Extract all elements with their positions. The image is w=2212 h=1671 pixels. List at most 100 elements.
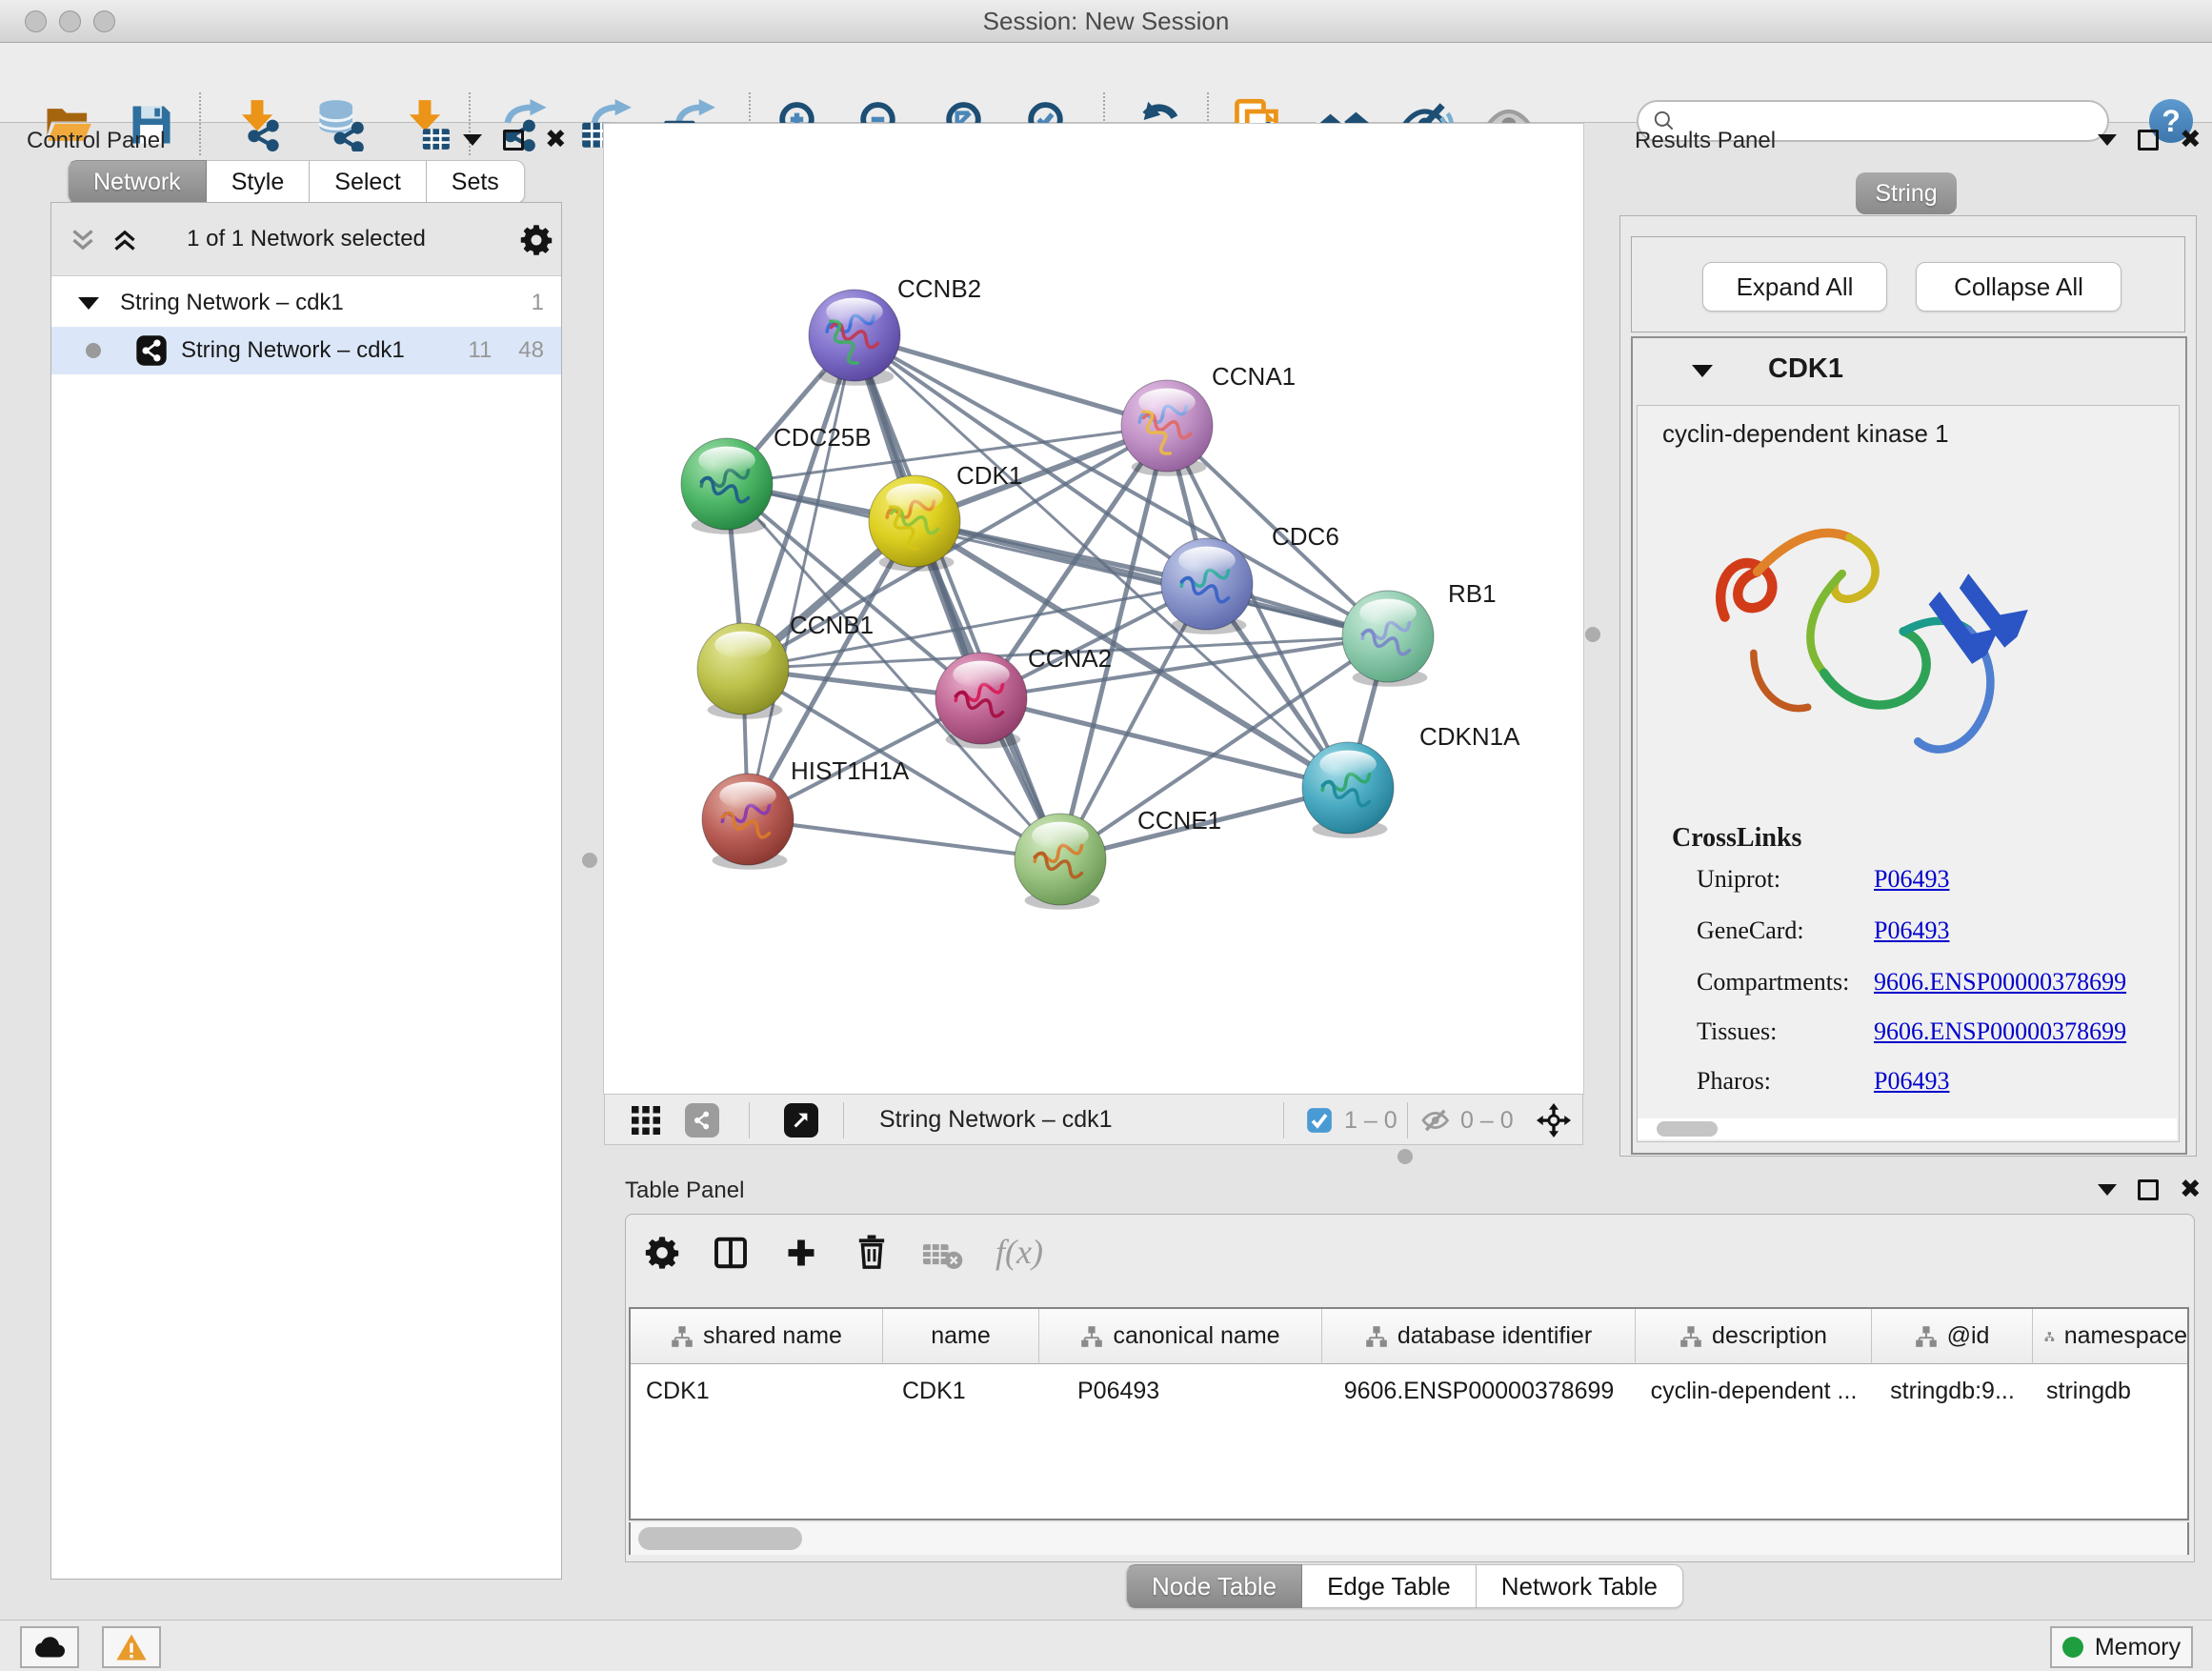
scrollbar-thumb[interactable] xyxy=(638,1527,802,1550)
table-cell[interactable]: stringdb:9... xyxy=(1872,1364,2033,1418)
crosslink-label: Pharos: xyxy=(1697,1067,1771,1096)
crosslink-tissues-link[interactable]: 9606.ENSP00000378699 xyxy=(1874,1017,2126,1046)
maximize-panel-icon[interactable] xyxy=(2138,1179,2159,1200)
network-node-label: HIST1H1A xyxy=(791,756,910,785)
cloud-button[interactable] xyxy=(20,1626,79,1668)
open-in-browser-icon[interactable] xyxy=(784,1103,818,1137)
close-panel-icon[interactable]: ✖ xyxy=(545,130,567,151)
protein-result-card: CDK1 cyclin-dependent kinase 1 xyxy=(1631,336,2187,1155)
tab-network[interactable]: Network xyxy=(68,160,207,204)
column-header[interactable]: description xyxy=(1636,1309,1872,1364)
crosslink-compartments-link[interactable]: 9606.ENSP00000378699 xyxy=(1874,968,2126,997)
tab-node-table[interactable]: Node Table xyxy=(1126,1564,1302,1608)
float-panel-icon[interactable] xyxy=(463,134,482,146)
collapse-all-button[interactable]: Collapse All xyxy=(1916,262,2122,312)
show-columns-icon[interactable] xyxy=(714,1236,748,1270)
tab-sets[interactable]: Sets xyxy=(427,160,525,204)
network-graph: CCNB2CCNA1CDC25BCDK1CDC6RB1CCNB1CCNA2CDK… xyxy=(604,124,1583,1094)
pan-mode-icon[interactable] xyxy=(1537,1103,1571,1137)
tab-style[interactable]: Style xyxy=(207,160,311,204)
network-node-CCNB1[interactable] xyxy=(697,623,789,719)
scrollbar-thumb[interactable] xyxy=(1657,1121,1718,1137)
close-panel-icon[interactable]: ✖ xyxy=(2180,1179,2202,1200)
memory-button[interactable]: Memory xyxy=(2050,1626,2193,1668)
network-canvas[interactable]: CCNB2CCNA1CDC25BCDK1CDC6RB1CCNB1CCNA2CDK… xyxy=(604,124,1583,1094)
network-row-label: String Network – cdk1 xyxy=(181,337,405,364)
network-collection-row[interactable]: String Network – cdk1 1 xyxy=(51,279,561,327)
column-header[interactable]: canonical name xyxy=(1039,1309,1322,1364)
right-splitter-handle[interactable] xyxy=(1585,627,1600,642)
protein-structure-image xyxy=(1690,473,2052,815)
tree-expander-icon[interactable] xyxy=(78,297,99,310)
column-header[interactable]: name xyxy=(883,1309,1039,1364)
table-cell[interactable]: stringdb xyxy=(2033,1364,2187,1418)
crosslink-pharos-link[interactable]: P06493 xyxy=(1874,1067,1949,1096)
float-panel-icon[interactable] xyxy=(2098,134,2117,146)
selected-checkbox-icon[interactable] xyxy=(1306,1107,1333,1134)
collapse-entry-icon[interactable] xyxy=(1692,365,1713,377)
network-node-label: CDK1 xyxy=(956,461,1022,490)
float-panel-icon[interactable] xyxy=(2098,1184,2117,1196)
table-cell[interactable]: CDK1 xyxy=(631,1364,883,1418)
network-node-CDC6[interactable] xyxy=(1161,538,1253,634)
network-node-CCNE1[interactable] xyxy=(1015,814,1106,910)
column-header[interactable]: namespace xyxy=(2033,1309,2187,1364)
tab-edge-table[interactable]: Edge Table xyxy=(1302,1564,1477,1608)
table-cell[interactable]: 9606.ENSP00000378699 xyxy=(1322,1364,1636,1418)
options-gear-icon[interactable] xyxy=(520,224,553,256)
table-panel-tabs: Node Table Edge Table Network Table xyxy=(1126,1564,1683,1608)
import-network-from-file-icon[interactable] xyxy=(227,95,288,154)
network-node-RB1[interactable] xyxy=(1342,591,1434,687)
close-panel-icon[interactable]: ✖ xyxy=(2180,130,2202,151)
column-header[interactable]: database identifier xyxy=(1322,1309,1636,1364)
crosslink-genecard-link[interactable]: P06493 xyxy=(1874,916,1949,945)
memory-status-dot xyxy=(2062,1637,2083,1658)
crosslink-label: Uniprot: xyxy=(1697,865,1780,894)
expand-all-button[interactable]: Expand All xyxy=(1702,262,1887,312)
hidden-eye-icon xyxy=(1420,1107,1453,1134)
results-tab-string[interactable]: String xyxy=(1856,172,1957,214)
network-node-CCNA1[interactable] xyxy=(1121,380,1213,476)
network-node-label: CCNB1 xyxy=(790,611,874,639)
title-bar: Session: New Session xyxy=(0,0,2212,43)
delete-column-icon[interactable] xyxy=(855,1234,889,1270)
table-cell[interactable]: CDK1 xyxy=(883,1364,1039,1418)
network-node-label: CCNE1 xyxy=(1137,806,1221,835)
birds-eye-view-icon[interactable] xyxy=(632,1106,660,1135)
column-header[interactable]: shared name xyxy=(631,1309,883,1364)
maximize-panel-icon[interactable] xyxy=(2138,130,2159,151)
add-column-icon[interactable] xyxy=(784,1236,818,1270)
string-badge-icon[interactable] xyxy=(685,1103,719,1137)
network-node-CDKN1A[interactable] xyxy=(1302,742,1394,838)
protein-name: CDK1 xyxy=(1768,353,1843,385)
tab-select[interactable]: Select xyxy=(310,160,426,204)
table-options-gear-icon[interactable] xyxy=(645,1236,679,1270)
table-cell[interactable]: P06493 xyxy=(1039,1364,1322,1418)
network-row-selected[interactable]: String Network – cdk1 11 48 xyxy=(51,327,561,374)
warnings-button[interactable] xyxy=(102,1626,161,1668)
network-list-panel: 1 of 1 Network selected String Network –… xyxy=(50,202,562,1580)
import-network-from-database-icon[interactable] xyxy=(310,95,371,154)
maximize-panel-icon[interactable] xyxy=(503,130,524,151)
network-edge-CCNB2-CCNA1[interactable] xyxy=(855,335,1167,426)
crosslink-uniprot-link[interactable]: P06493 xyxy=(1874,865,1949,894)
table-hscrollbar[interactable] xyxy=(629,1522,2189,1555)
network-node-CDK1[interactable] xyxy=(869,475,960,572)
network-node-CDC25B[interactable] xyxy=(681,438,773,534)
horizontal-splitter-handle[interactable] xyxy=(1398,1149,1413,1164)
import-table-from-file-icon[interactable] xyxy=(394,95,455,154)
string-network-icon xyxy=(135,334,168,367)
network-node-label: CDC6 xyxy=(1272,522,1339,551)
table-row[interactable]: CDK1 CDK1 P06493 9606.ENSP00000378699 cy… xyxy=(631,1364,2187,1418)
delete-table-icon xyxy=(923,1241,963,1270)
crosslink-label: Tissues: xyxy=(1697,1017,1777,1046)
column-header[interactable]: @id xyxy=(1872,1309,2033,1364)
left-splitter-handle[interactable] xyxy=(582,853,597,868)
node-table: shared name name canonical name database… xyxy=(629,1307,2189,1520)
cloud-icon xyxy=(32,1633,67,1661)
network-edge-HIST1H1A-CCNE1[interactable] xyxy=(748,819,1060,859)
tab-network-table[interactable]: Network Table xyxy=(1477,1564,1683,1608)
table-cell[interactable]: cyclin-dependent ... xyxy=(1636,1364,1872,1418)
results-hscrollbar[interactable] xyxy=(1638,1118,2177,1139)
network-node-HIST1H1A[interactable] xyxy=(702,774,794,870)
